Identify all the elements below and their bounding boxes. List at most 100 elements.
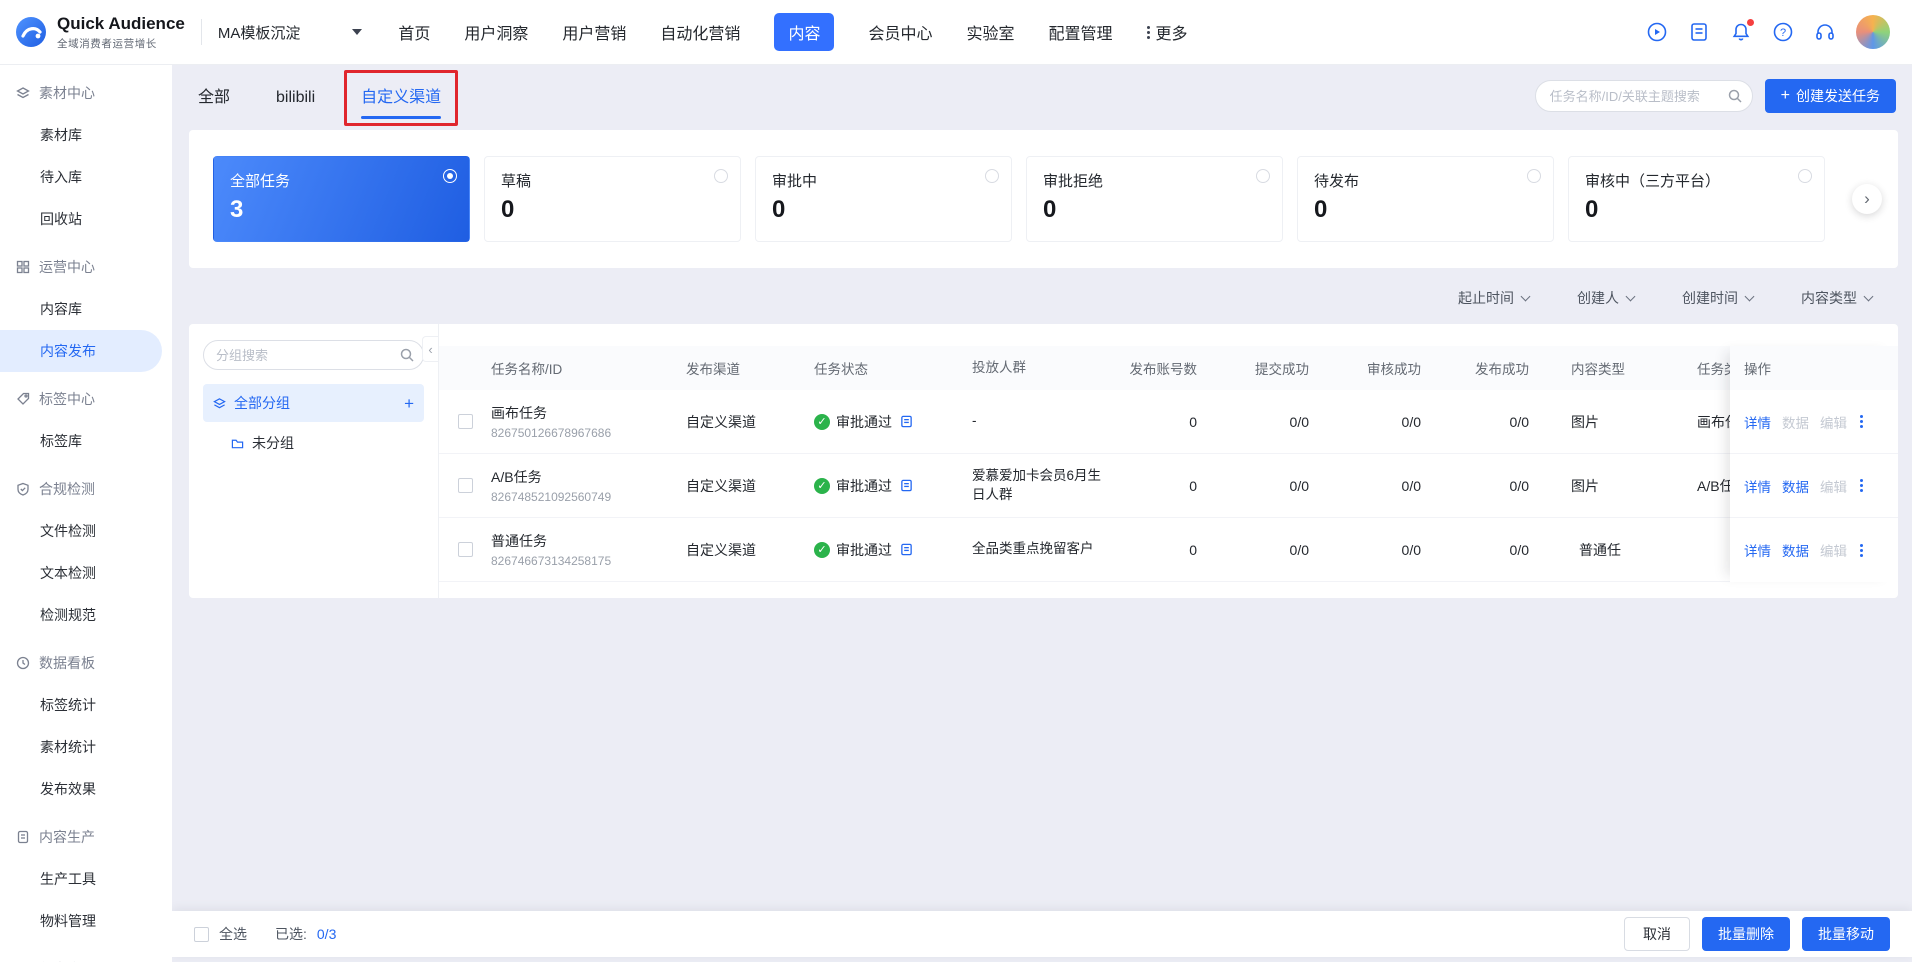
cancel-button[interactable]: 取消 [1624, 917, 1690, 951]
detail-link[interactable]: 详情 [1744, 412, 1771, 432]
sidebar-group-operation-center[interactable]: 运营中心 [0, 246, 172, 288]
group-search-input[interactable] [203, 340, 424, 370]
table-row[interactable]: A/B任务 826748521092560749 自定义渠道 ✓ 审批通过 爱慕… [439, 454, 1898, 518]
sidebar-item-file-check[interactable]: 文件检测 [0, 510, 172, 552]
review-cell: 0/0 [1401, 541, 1421, 558]
nav-item-user-marketing[interactable]: 用户营销 [562, 20, 626, 44]
app-logo[interactable]: Quick Audience 全域消费者运营增长 [14, 14, 185, 51]
row-checkbox[interactable] [457, 414, 473, 429]
sidebar-item-inbound[interactable]: 待入库 [0, 156, 172, 198]
filter-create-time[interactable]: 创建时间 [1682, 288, 1755, 308]
sidebar-group-tag-center[interactable]: 标签中心 [0, 378, 172, 420]
task-name-cell: 画布任务 826750126678967686 [491, 403, 686, 440]
search-icon[interactable] [1728, 89, 1742, 108]
data-link[interactable]: 数据 [1782, 476, 1809, 496]
search-icon[interactable] [400, 348, 414, 367]
approval-note-icon[interactable] [900, 543, 913, 556]
filter-content-type[interactable]: 内容类型 [1801, 288, 1874, 308]
approval-note-icon[interactable] [900, 479, 913, 492]
batch-move-button[interactable]: 批量移动 [1802, 917, 1890, 951]
create-send-task-button[interactable]: + 创建发送任务 [1764, 79, 1896, 113]
task-name: 普通任务 [491, 533, 547, 549]
sidebar-item-material-stats[interactable]: 素材统计 [0, 726, 172, 768]
table-row[interactable]: 普通任务 826746673134258175 自定义渠道 ✓ 审批通过 全品类… [439, 518, 1898, 582]
nav-item-home[interactable]: 首页 [398, 20, 430, 44]
detail-link[interactable]: 详情 [1744, 476, 1771, 496]
detail-link[interactable]: 详情 [1744, 540, 1771, 560]
data-link[interactable]: 数据 [1782, 540, 1809, 560]
status-card-all[interactable]: 全部任务 3 [213, 156, 470, 242]
guide-icon[interactable] [1646, 21, 1668, 43]
sidebar-item-production-tools[interactable]: 生产工具 [0, 858, 172, 900]
row-more-icon[interactable] [1860, 420, 1863, 423]
radio-icon [1256, 169, 1270, 183]
group-panel: 全部分组 + 未分组 ‹ [189, 324, 439, 598]
group-label: 运营中心 [39, 259, 95, 275]
tab-bilibili[interactable]: bilibili [276, 79, 315, 119]
status-card-pending-publish[interactable]: 待发布 0 [1297, 156, 1554, 242]
status-card-approving[interactable]: 审批中 0 [755, 156, 1012, 242]
nav-item-automation-marketing[interactable]: 自动化营销 [660, 20, 740, 44]
docs-icon[interactable] [1688, 21, 1710, 43]
workspace-name: MA模板沉淀 [217, 24, 301, 42]
sidebar-item-text-check[interactable]: 文本检测 [0, 552, 172, 594]
filter-creator[interactable]: 创建人 [1577, 288, 1636, 308]
nav-item-config[interactable]: 配置管理 [1048, 20, 1112, 44]
sidebar-item-tag-stats[interactable]: 标签统计 [0, 684, 172, 726]
service-icon[interactable] [1814, 21, 1836, 43]
group-label: 数据看板 [39, 655, 95, 671]
sidebar-group-creative-plaza[interactable]: 创意广场 [0, 948, 172, 962]
group-item-ungrouped[interactable]: 未分组 [203, 424, 424, 462]
table-row[interactable]: 画布任务 826750126678967686 自定义渠道 ✓ 审批通过 - 0… [439, 390, 1898, 454]
filter-label: 起止时间 [1458, 290, 1514, 306]
sidebar-item-recycle[interactable]: 回收站 [0, 198, 172, 240]
row-more-icon[interactable] [1860, 484, 1863, 487]
nav-item-content[interactable]: 内容 [774, 13, 835, 51]
document-icon [17, 830, 29, 844]
sidebar-item-tag-library[interactable]: 标签库 [0, 420, 172, 462]
column-header-status: 任务状态 [814, 362, 868, 377]
status-card-draft[interactable]: 草稿 0 [484, 156, 741, 242]
sidebar-group-compliance-check[interactable]: 合规检测 [0, 468, 172, 510]
workspace-selector[interactable]: MA模板沉淀 [218, 22, 363, 43]
column-header-name: 任务名称/ID [491, 362, 563, 377]
tab-custom-channel[interactable]: 自定义渠道 [361, 73, 442, 119]
row-checkbox[interactable] [457, 542, 473, 557]
collapse-panel-icon[interactable]: ‹ [422, 336, 438, 362]
sidebar-item-content-library[interactable]: 内容库 [0, 288, 172, 330]
tab-all[interactable]: 全部 [198, 73, 230, 119]
status-card-rejected[interactable]: 审批拒绝 0 [1026, 156, 1283, 242]
clock-icon [16, 656, 30, 670]
card-label: 审批拒绝 [1043, 173, 1104, 190]
cards-next-icon[interactable]: › [1852, 184, 1882, 214]
user-avatar[interactable] [1856, 15, 1890, 49]
row-checkbox[interactable] [457, 478, 473, 493]
status-card-third-party-review[interactable]: 审核中（三方平台） 0 [1568, 156, 1825, 242]
sidebar-group-data-dashboard[interactable]: 数据看板 [0, 642, 172, 684]
sidebar-item-material-library[interactable]: 素材库 [0, 114, 172, 156]
sidebar-group-content-production[interactable]: 内容生产 [0, 816, 172, 858]
nav-item-lab[interactable]: 实验室 [966, 20, 1014, 44]
task-search-input[interactable] [1534, 80, 1753, 112]
card-count: 3 [230, 196, 244, 223]
nav-item-more[interactable]: 更多 [1146, 20, 1188, 44]
help-icon[interactable]: ? [1772, 21, 1794, 43]
sidebar-item-check-spec[interactable]: 检测规范 [0, 594, 172, 636]
filter-date-range[interactable]: 起止时间 [1458, 288, 1531, 308]
card-label: 全部任务 [230, 173, 291, 190]
chevron-down-icon [1625, 291, 1636, 301]
approval-note-icon[interactable] [900, 415, 913, 428]
select-all-checkbox[interactable] [194, 926, 209, 942]
group-item-all[interactable]: 全部分组 + [203, 384, 424, 422]
sidebar-item-publish-effect[interactable]: 发布效果 [0, 768, 172, 810]
bell-icon[interactable] [1730, 19, 1754, 43]
add-group-icon[interactable]: + [404, 395, 414, 412]
chevron-down-icon [352, 29, 363, 35]
sidebar-group-material-center[interactable]: 素材中心 [0, 72, 172, 114]
sidebar-item-content-publish[interactable]: 内容发布 [0, 330, 162, 372]
row-more-icon[interactable] [1860, 548, 1863, 552]
sidebar-item-material-manage[interactable]: 物料管理 [0, 900, 172, 942]
nav-item-user-insight[interactable]: 用户洞察 [464, 20, 528, 44]
batch-delete-button[interactable]: 批量删除 [1702, 917, 1790, 951]
nav-item-member-center[interactable]: 会员中心 [868, 20, 932, 44]
